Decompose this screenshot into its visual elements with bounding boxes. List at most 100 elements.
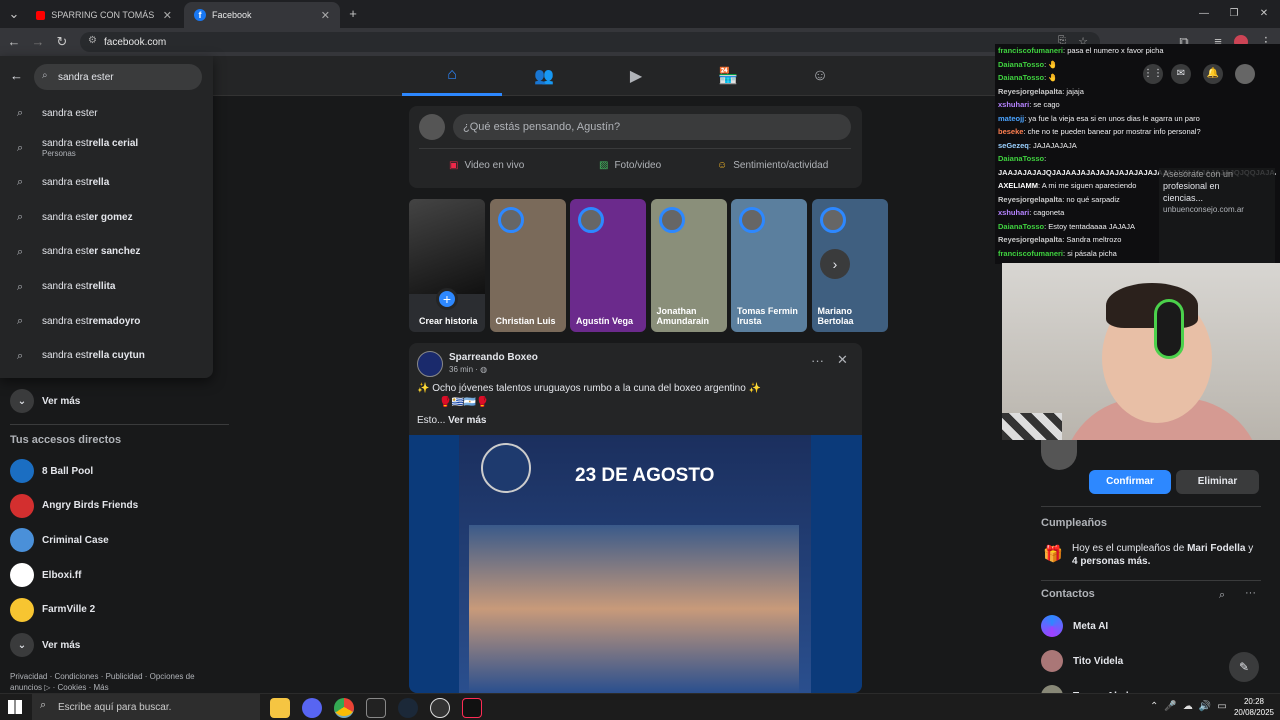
story-card[interactable]: Jonathan Amundarain — [650, 199, 727, 332]
new-message-icon[interactable]: ✎ — [1229, 652, 1259, 682]
shortcut-item[interactable]: 8 Ball Pool — [10, 456, 93, 486]
story-card[interactable]: Agustín Vega — [570, 199, 646, 332]
new-tab-icon[interactable]: + — [345, 6, 361, 22]
maximize-icon[interactable]: ❐ — [1226, 6, 1242, 22]
video-icon[interactable]: ▶ — [586, 56, 686, 96]
more-prefix: Esto... — [417, 415, 449, 426]
system-tray-icons[interactable]: ⌃🎤☁🔊▭ — [1150, 701, 1233, 712]
window-close-icon[interactable]: ✕ — [1256, 6, 1272, 22]
contact-item[interactable]: Meta AI — [1041, 614, 1108, 638]
discord-icon[interactable] — [302, 698, 322, 718]
completion-part: rella — [88, 176, 110, 188]
tiktok-icon[interactable] — [462, 698, 482, 718]
shortcut-item[interactable]: Angry Birds Friends — [10, 491, 138, 521]
smiley-icon: ☺ — [717, 160, 728, 171]
footer-links[interactable]: Privacidad · Condiciones · Publicidad · … — [10, 671, 195, 693]
search-input[interactable]: ⌕ sandra ester — [34, 64, 202, 90]
groups-icon[interactable]: ☺ — [770, 56, 870, 96]
story-card[interactable]: Christian Luis — [489, 199, 566, 332]
page-avatar[interactable] — [417, 351, 443, 377]
search-result[interactable]: ⌕ sandra estrella cuytun — [0, 339, 213, 373]
story-avatar — [497, 207, 524, 233]
clock[interactable]: 20:28 20/08/2025 — [1232, 696, 1276, 718]
see-more-link[interactable]: Ver más — [448, 415, 486, 426]
contact-name: Meta AI — [1073, 620, 1109, 632]
search-result[interactable]: ⌕ sandra estrellita — [0, 270, 213, 304]
browser-tab-bar: ⌄ SPARRING CON TOMÁS MAZZ... ✕ f Faceboo… — [0, 0, 1280, 28]
obs-icon[interactable] — [430, 698, 450, 718]
ver-mas-button[interactable]: ⌄ Ver más — [10, 630, 80, 660]
forward-icon[interactable]: → — [30, 34, 46, 50]
chat-username: AXELIAMM — [998, 181, 1038, 190]
menu-grid-icon[interactable]: ⋮⋮ — [1143, 64, 1163, 84]
story-card[interactable]: Tomas Fermin Irusta — [731, 199, 807, 332]
windows-start-icon[interactable] — [8, 700, 22, 714]
page-name[interactable]: Sparreando Boxeo — [449, 352, 538, 363]
back-icon[interactable]: ← — [6, 34, 22, 50]
query-part: sandra est — [42, 350, 89, 362]
post-card: Sparreando Boxeo 36 min · ◍ ··· ✕ ✨ Ocho… — [409, 343, 862, 693]
tab-youtube[interactable]: SPARRING CON TOMÁS MAZZ... ✕ — [26, 2, 182, 28]
search-result-label: sandra estrellita — [42, 281, 115, 292]
minimize-icon[interactable]: — — [1196, 6, 1212, 22]
search-result[interactable]: ⌕ sandra estrella — [0, 165, 213, 199]
taskbar-search[interactable]: ⌕ Escribe aquí para buscar. — [32, 694, 260, 720]
search-result[interactable]: ⌕ sandra ester gomez — [0, 200, 213, 234]
back-arrow-icon[interactable]: ← — [10, 68, 23, 83]
query-part: sandra est — [42, 176, 89, 188]
birthdays-title: Cumpleaños — [1041, 517, 1108, 529]
marketplace-icon[interactable]: 🏪 — [678, 56, 778, 96]
create-story-card[interactable]: + Crear historia — [409, 199, 485, 332]
notifications-icon[interactable]: 🔔 — [1203, 64, 1223, 84]
tab-facebook[interactable]: f Facebook ✕ — [184, 2, 340, 28]
messenger-icon[interactable]: ✉ — [1171, 64, 1191, 84]
chat-username: DaianaTosso — [998, 59, 1045, 69]
search-icon: ⌕ — [40, 699, 47, 711]
site-info-icon[interactable]: ⚙ — [88, 35, 97, 46]
search-result-sub: Personas — [42, 148, 76, 158]
url-text: facebook.com — [104, 36, 167, 48]
composer-input[interactable]: ¿Qué estás pensando, Agustín? — [453, 114, 851, 140]
search-result[interactable]: ⌕ sandra estrella cerial Personas — [0, 131, 213, 165]
search-result[interactable]: ⌕ sandra ester — [0, 96, 213, 130]
contact-item[interactable]: Tito Videla — [1041, 649, 1123, 673]
tab-search-icon[interactable]: ⌄ — [6, 6, 22, 22]
home-icon[interactable]: ⌂ — [402, 56, 502, 96]
more-options-icon[interactable]: ··· — [811, 353, 824, 368]
shortcut-item[interactable]: Criminal Case — [10, 525, 109, 555]
search-result[interactable]: ⌕ sandra ester sanchez — [0, 235, 213, 269]
shortcut-item[interactable]: FarmVille 2 — [10, 595, 95, 625]
search-icon[interactable]: ⌕ — [1219, 589, 1225, 602]
feeling-label: Sentimiento/actividad — [733, 160, 829, 171]
account-avatar[interactable] — [1235, 64, 1255, 84]
reload-icon[interactable]: ↻ — [54, 34, 70, 50]
chat-username: DaianaTosso — [998, 221, 1045, 231]
tab-title: SPARRING CON TOMÁS MAZZ... — [51, 10, 157, 20]
stories-next-button[interactable]: › — [820, 249, 850, 279]
post-image[interactable]: 23 DE AGOSTO — [409, 435, 862, 693]
file-explorer-icon[interactable] — [270, 698, 290, 718]
close-icon[interactable]: ✕ — [321, 9, 330, 22]
live-video-button[interactable]: ▣ Video en vivo — [449, 160, 524, 171]
steam-icon[interactable] — [398, 698, 418, 718]
delete-button[interactable]: Eliminar — [1176, 470, 1259, 494]
ver-mas-button[interactable]: ⌄ Ver más — [10, 386, 80, 416]
url-field[interactable]: ⚙ facebook.com ⎘ ☆ — [80, 32, 1100, 52]
more-options-icon[interactable]: ··· — [1245, 587, 1256, 599]
close-icon[interactable]: ✕ — [163, 9, 172, 22]
friends-icon[interactable]: 👥 — [494, 56, 594, 96]
search-result[interactable]: ⌕ sandra estremadoyro — [0, 304, 213, 338]
close-icon[interactable]: ✕ — [837, 352, 848, 368]
photo-video-button[interactable]: ▨ Foto/video — [599, 160, 661, 171]
confirm-button[interactable]: Confirmar — [1089, 470, 1171, 494]
webcam-feed — [1002, 263, 1280, 463]
capcut-icon[interactable] — [366, 698, 386, 718]
ver-mas-label: Ver más — [42, 639, 81, 651]
shortcut-item[interactable]: Elboxi.ff — [10, 560, 81, 590]
feeling-button[interactable]: ☺ Sentimiento/actividad — [717, 160, 828, 171]
chrome-icon[interactable] — [334, 698, 354, 718]
birthday-text[interactable]: Hoy es el cumpleaños de Mari Fodella y 4 … — [1072, 542, 1272, 568]
completion-part: er sanchez — [88, 246, 141, 258]
sponsored-ad[interactable]: Asesórate con un profesional en ciencias… — [1159, 168, 1275, 264]
avatar[interactable] — [419, 114, 445, 140]
